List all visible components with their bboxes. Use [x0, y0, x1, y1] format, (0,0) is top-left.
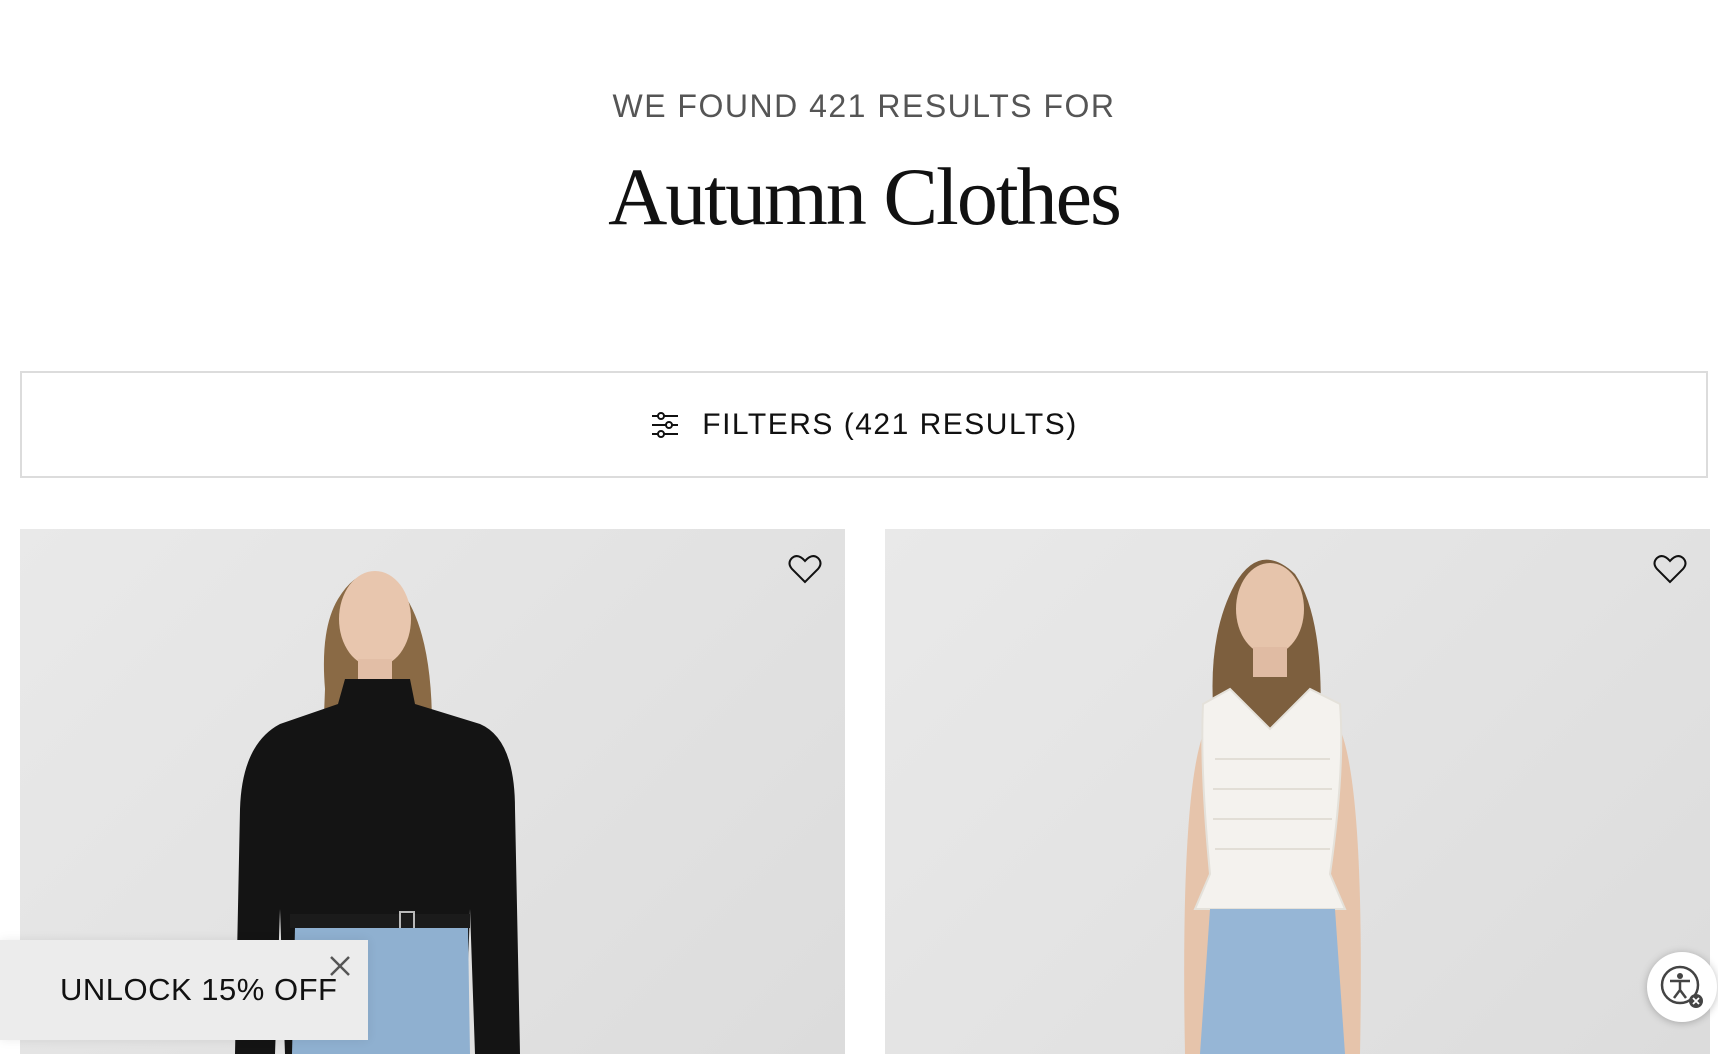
accessibility-icon — [1660, 965, 1703, 1008]
heart-icon — [788, 555, 822, 584]
filters-button[interactable]: FILTERS (421 RESULTS) — [20, 371, 1708, 478]
promo-text[interactable]: UNLOCK 15% OFF — [60, 972, 337, 1008]
results-heading: WE FOUND 421 RESULTS FOR — [612, 88, 1116, 124]
accessibility-button[interactable] — [1647, 952, 1717, 1022]
wishlist-button[interactable] — [785, 549, 825, 589]
sliders-icon — [650, 410, 680, 440]
close-icon[interactable] — [322, 948, 358, 984]
wishlist-button[interactable] — [1650, 549, 1690, 589]
product-image[interactable] — [885, 529, 1710, 1054]
product-card[interactable] — [885, 529, 1710, 1054]
page-title: Autumn Clothes — [608, 151, 1122, 242]
filters-label: FILTERS (421 RESULTS) — [702, 407, 1078, 441]
promo-banner[interactable]: UNLOCK 15% OFF — [0, 940, 368, 1040]
heart-icon — [1653, 555, 1687, 584]
